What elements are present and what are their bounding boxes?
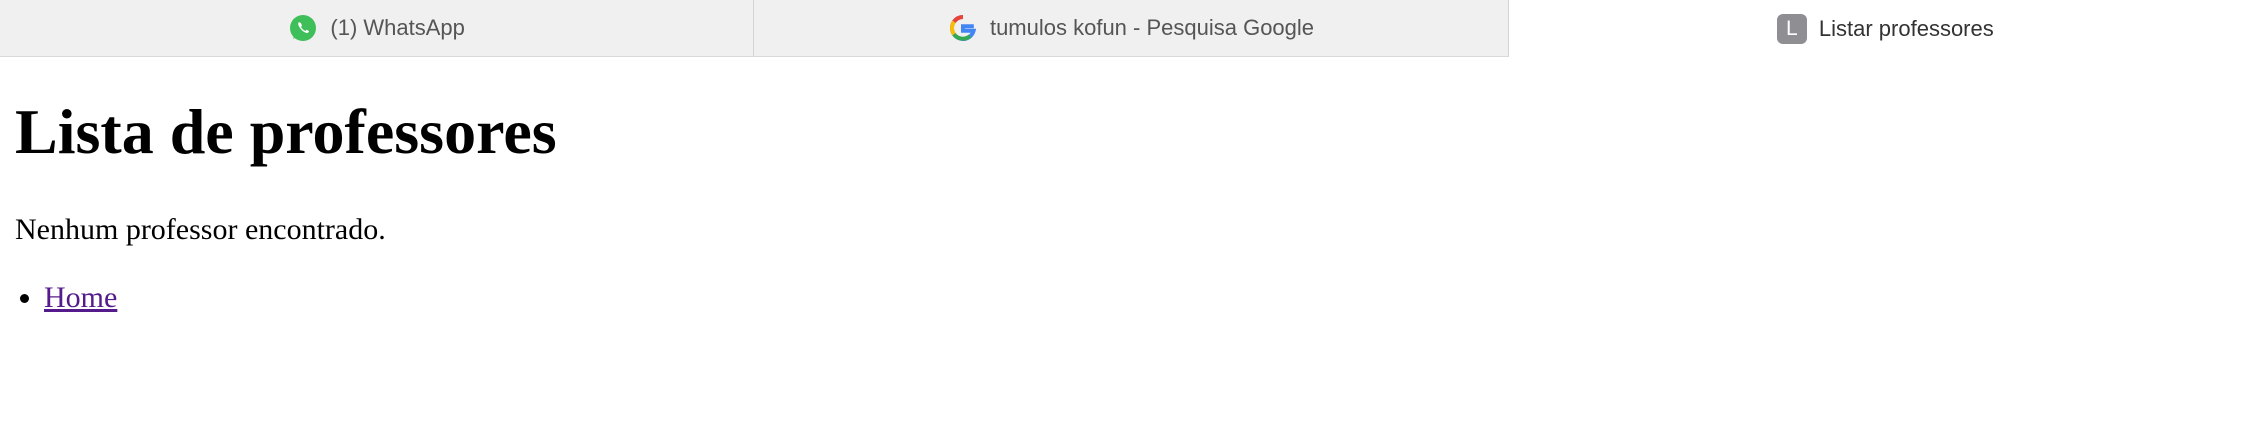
page-title: Lista de professores <box>15 96 557 167</box>
tab-label: (1) WhatsApp <box>330 15 465 40</box>
letter-l-icon: L <box>1776 13 1807 44</box>
whatsapp-icon <box>288 13 318 43</box>
tab-google-search[interactable]: tumulos kofun - Pesquisa Google <box>754 0 1509 56</box>
page-content: Lista de professores Nenhum professor en… <box>0 57 2262 316</box>
tab-label: tumulos kofun - Pesquisa Google <box>989 15 1315 40</box>
list-item: Home <box>44 280 2262 316</box>
home-link[interactable]: Home <box>44 281 117 314</box>
tab-listar-professores[interactable]: L Listar professores <box>1508 0 2262 57</box>
nav-list: Home <box>15 280 2262 316</box>
empty-state-message: Nenhum professor encontrado. <box>15 213 386 247</box>
browser-tab-bar: (1) WhatsApp tumulos kofun - Pesquisa Go… <box>0 0 2262 57</box>
tab-whatsapp[interactable]: (1) WhatsApp <box>0 0 755 56</box>
google-icon <box>948 13 978 43</box>
tab-label: Listar professores <box>1818 15 1994 41</box>
